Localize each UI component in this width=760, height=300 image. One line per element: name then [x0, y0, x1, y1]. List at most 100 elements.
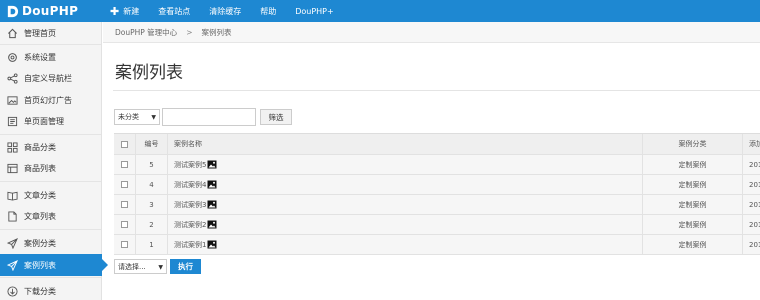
case-table: 编号 案例名称 案例分类 添加日期 5 测试案例5 定制案例 2015 4 测试…: [114, 133, 760, 255]
row-checkbox[interactable]: [121, 161, 128, 168]
table-row: 4 测试案例4 定制案例 2015: [114, 175, 760, 195]
row-category-link[interactable]: 定制案例: [643, 195, 743, 214]
row-check-cell: [114, 155, 136, 174]
top-nav: ✚ 新建 查看站点 清除缓存 帮助 DouPHP+: [110, 0, 353, 22]
row-id: 2: [136, 215, 168, 234]
breadcrumb: DouPHP 管理中心 > 案例列表: [103, 22, 760, 43]
share-icon: [7, 72, 18, 84]
view-site-link[interactable]: 查看站点: [158, 0, 202, 22]
sidebar-item-slideshow[interactable]: 首页幻灯广告: [0, 89, 102, 111]
new-button[interactable]: ✚ 新建: [110, 0, 151, 22]
row-check-cell: [114, 195, 136, 214]
table-row: 3 测试案例3 定制案例 2015: [114, 195, 760, 215]
filter-button[interactable]: 筛选: [260, 109, 292, 125]
sidebar-item-settings[interactable]: 系统设置: [0, 46, 102, 68]
image-icon: [207, 220, 217, 229]
sidebar-item-label: 商品列表: [24, 163, 56, 173]
download-icon: [7, 285, 18, 297]
send-icon: [7, 237, 18, 249]
bulk-action-select[interactable]: 请选择... ▼: [114, 259, 167, 274]
sidebar-item-label: 首页幻灯广告: [24, 95, 72, 105]
book-icon: [7, 190, 18, 201]
table-row: 2 测试案例2 定制案例 2015: [114, 215, 760, 235]
header-name: 案例名称: [168, 134, 643, 154]
sidebar-divider: [0, 181, 101, 182]
sidebar-item-single-page[interactable]: 单页面管理: [0, 110, 102, 132]
row-check-cell: [114, 215, 136, 234]
sidebar-item-case-list[interactable]: 案例列表: [0, 254, 108, 276]
keyword-input[interactable]: [162, 108, 256, 126]
row-date: 2015: [749, 160, 760, 169]
table-header-row: 编号 案例名称 案例分类 添加日期: [114, 134, 760, 155]
douphp-plus-link[interactable]: DouPHP+: [295, 0, 346, 22]
row-id: 5: [136, 155, 168, 174]
sidebar-item-article-list[interactable]: 文章列表: [0, 205, 102, 227]
row-category-link[interactable]: 定制案例: [643, 235, 743, 254]
send-icon: [7, 259, 18, 271]
sidebar-item-label: 文章列表: [24, 211, 56, 221]
image-icon: [7, 95, 18, 106]
sidebar-item-label: 下载分类: [24, 286, 56, 296]
row-name-link[interactable]: 测试案例4: [174, 180, 206, 190]
row-date: 2015: [749, 180, 760, 189]
breadcrumb-root-link[interactable]: DouPHP 管理中心: [115, 27, 177, 38]
list-icon: [7, 163, 18, 174]
row-category-link[interactable]: 定制案例: [643, 155, 743, 174]
sidebar-divider: [0, 134, 101, 135]
header-id[interactable]: 编号: [136, 134, 168, 154]
sidebar-item-label: 管理首页: [24, 28, 56, 38]
document-icon: [7, 210, 18, 222]
help-label: 帮助: [260, 6, 277, 16]
row-name-link[interactable]: 测试案例5: [174, 160, 206, 170]
row-category-link[interactable]: 定制案例: [643, 215, 743, 234]
gear-icon: [7, 52, 18, 63]
bulk-action-value: 请选择...: [118, 262, 146, 271]
sidebar-item-label: 商品分类: [24, 142, 56, 152]
image-icon: [207, 160, 217, 169]
title-divider: [113, 90, 760, 91]
table-row: 1 测试案例1 定制案例 2015: [114, 235, 760, 255]
clear-cache-link[interactable]: 清除缓存: [209, 0, 253, 22]
select-all-cell: [114, 134, 136, 154]
sidebar-item-label: 案例列表: [24, 260, 56, 270]
sidebar-item-custom-nav[interactable]: 自定义导航栏: [0, 67, 102, 89]
category-filter-select[interactable]: 未分类 ▼: [114, 109, 160, 125]
row-checkbox[interactable]: [121, 201, 128, 208]
caret-down-icon: ▼: [158, 264, 163, 271]
row-name-link[interactable]: 测试案例3: [174, 200, 206, 210]
row-checkbox[interactable]: [121, 241, 128, 248]
row-name-cell: 测试案例5: [168, 155, 643, 174]
sidebar-item-download-category[interactable]: 下载分类: [0, 280, 102, 300]
breadcrumb-separator: >: [186, 27, 193, 37]
sidebar-item-label: 案例分类: [24, 238, 56, 248]
row-category-link[interactable]: 定制案例: [643, 175, 743, 194]
select-all-checkbox[interactable]: [121, 140, 128, 148]
sidebar-item-case-category[interactable]: 案例分类: [0, 232, 102, 254]
sidebar-item-product-list[interactable]: 商品列表: [0, 157, 102, 179]
view-site-label: 查看站点: [158, 6, 191, 16]
sidebar: 管理首页 系统设置 自定义导航栏 首页幻灯广告 单页面管理 商品分类 商品列表 …: [0, 22, 108, 300]
row-check-cell: [114, 235, 136, 254]
row-date: 2015: [749, 240, 760, 249]
help-link[interactable]: 帮助: [260, 0, 288, 22]
row-name-cell: 测试案例2: [168, 215, 643, 234]
table-row: 5 测试案例5 定制案例 2015: [114, 155, 760, 175]
image-icon: [207, 240, 217, 249]
row-checkbox[interactable]: [121, 221, 128, 228]
execute-button[interactable]: 执行: [170, 259, 201, 274]
sidebar-item-label: 自定义导航栏: [24, 73, 72, 83]
logo[interactable]: DouPHP: [0, 0, 102, 22]
sidebar-item-label: 单页面管理: [24, 116, 64, 126]
clear-cache-label: 清除缓存: [209, 6, 242, 16]
grid-icon: [7, 141, 18, 153]
row-checkbox[interactable]: [121, 181, 128, 188]
sidebar-item-product-category[interactable]: 商品分类: [0, 136, 102, 158]
sidebar-item-article-category[interactable]: 文章分类: [0, 184, 102, 206]
row-name-link[interactable]: 测试案例2: [174, 220, 206, 230]
sidebar-item-label: 文章分类: [24, 190, 56, 200]
row-id: 3: [136, 195, 168, 214]
sidebar-item-dashboard[interactable]: 管理首页: [0, 22, 102, 44]
row-name-link[interactable]: 测试案例1: [174, 240, 206, 250]
sidebar-divider: [0, 229, 101, 230]
brand-name: DouPHP: [22, 4, 79, 18]
